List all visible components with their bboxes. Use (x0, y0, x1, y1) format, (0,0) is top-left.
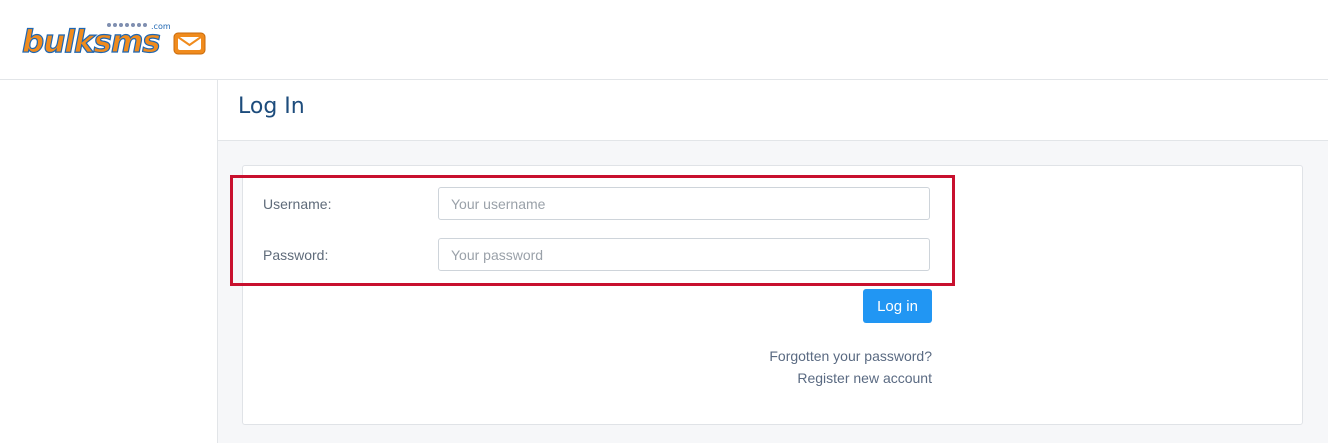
password-input[interactable] (438, 238, 930, 271)
envelope-icon (173, 32, 206, 55)
login-button[interactable]: Log in (863, 289, 932, 323)
bulksms-logo[interactable]: bulksms .com (20, 18, 210, 62)
page-header: Log In (218, 80, 1328, 141)
page-title: Log In (238, 94, 305, 119)
username-input[interactable] (438, 187, 930, 220)
login-card: Username: Password: Log in Forgotten you… (242, 165, 1303, 425)
sidebar (0, 80, 218, 443)
main-content: Log In Username: Password: Log in Forgot… (218, 80, 1328, 443)
forgot-password-link[interactable]: Forgotten your password? (769, 348, 932, 364)
top-bar: bulksms .com (0, 0, 1328, 80)
password-label: Password: (263, 247, 329, 263)
logo-suffix: .com (151, 22, 171, 31)
logo-wordmark: bulksms (22, 24, 160, 60)
register-link[interactable]: Register new account (797, 370, 932, 386)
username-label: Username: (263, 196, 332, 212)
scrollbar-track[interactable] (1328, 0, 1343, 443)
